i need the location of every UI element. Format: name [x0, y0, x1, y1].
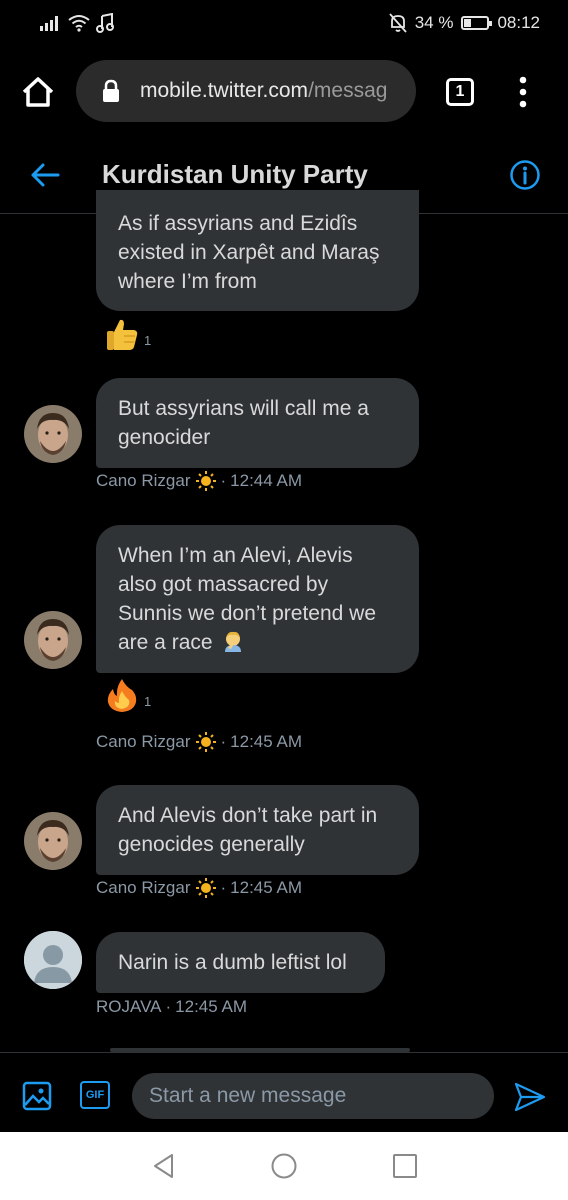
browser-toolbar: mobile.twitter.com/messag 1 — [0, 56, 568, 128]
message-line: existed in Xarpêt and Maraş — [118, 241, 380, 264]
message-meta: Cano Rizgar · 12:45 AM — [96, 877, 302, 899]
meta-separator: · — [220, 732, 227, 751]
message-line: are a race — [118, 631, 213, 654]
gif-button[interactable]: GIF — [80, 1081, 110, 1109]
avatar[interactable] — [24, 405, 82, 463]
message-line: genocider — [118, 426, 211, 449]
message-line: As if assyrians and Ezidîs — [118, 212, 358, 235]
message-bubble[interactable]: As if assyrians and Ezidîs existed in Xa… — [96, 190, 419, 311]
message-bubble[interactable]: Narin is a dumb leftist lol — [96, 932, 385, 993]
avatar[interactable] — [24, 611, 82, 669]
author-name: ROJAVA — [96, 997, 162, 1016]
conversation-title: Kurdistan Unity Party — [102, 159, 368, 189]
message-meta: Cano Rizgar · 12:45 AM — [96, 731, 302, 753]
default-profile-icon — [24, 931, 82, 989]
sun-icon — [195, 878, 216, 898]
battery-percent: 34 % — [414, 13, 454, 32]
meta-separator: · — [220, 471, 227, 490]
music-note-icon — [96, 13, 114, 33]
nav-recents-icon[interactable] — [391, 1152, 419, 1180]
message-time: 12:45 AM — [230, 732, 302, 751]
message-line: When I’m an Alevi, Alevis — [118, 544, 353, 567]
message-bubble[interactable]: And Alevis don’t take part in genocides … — [96, 785, 419, 875]
message-time: 12:45 AM — [175, 997, 247, 1016]
home-icon[interactable] — [20, 74, 56, 110]
avatar[interactable] — [24, 812, 82, 870]
wifi-icon — [68, 15, 90, 32]
url-host: mobile.twitter.com — [140, 79, 309, 102]
message-line: also got massacred by — [118, 573, 329, 596]
fire-icon — [107, 679, 137, 712]
message-composer: GIF — [0, 1052, 568, 1132]
image-icon[interactable] — [22, 1081, 52, 1111]
url-path: /messag — [308, 79, 388, 102]
back-arrow-icon[interactable] — [30, 161, 60, 189]
message-time: 12:44 AM — [230, 471, 302, 490]
man-facepalming-emoji-icon — [225, 631, 242, 652]
send-icon[interactable] — [514, 1082, 546, 1112]
meta-separator: · — [165, 997, 172, 1016]
message-line: Sunnis we don’t pretend we — [118, 602, 376, 625]
avatar-default[interactable] — [24, 931, 82, 989]
nav-back-icon[interactable] — [150, 1152, 178, 1180]
thumbs-up-icon — [107, 319, 138, 350]
message-line: Narin is a dumb leftist lol — [118, 951, 347, 974]
status-bar: 34 % 08:12 — [0, 0, 568, 48]
author-name: Cano Rizgar — [96, 732, 191, 751]
battery-icon — [461, 16, 493, 30]
avatar-image — [24, 611, 82, 669]
message-line: genocides generally — [118, 833, 305, 856]
message-line: But assyrians will call me a — [118, 397, 369, 420]
reaction-count: 1 — [144, 694, 152, 709]
reaction-badge[interactable]: 1 — [104, 316, 151, 352]
message-bubble[interactable]: But assyrians will call me a genocider — [96, 378, 419, 468]
clock: 08:12 — [497, 13, 540, 32]
message-bubble[interactable]: When I’m an Alevi, Alevis also got massa… — [96, 525, 419, 673]
reaction-count: 1 — [144, 333, 152, 348]
meta-separator: · — [220, 878, 227, 897]
message-meta: ROJAVA · 12:45 AM — [96, 997, 247, 1017]
message-meta: Cano Rizgar · 12:44 AM — [96, 470, 302, 492]
avatar-image — [24, 812, 82, 870]
more-vertical-icon[interactable] — [516, 76, 530, 108]
message-time: 12:45 AM — [230, 878, 302, 897]
message-input[interactable] — [132, 1073, 494, 1119]
sun-icon — [195, 732, 216, 752]
url-bar[interactable]: mobile.twitter.com/messag — [76, 60, 416, 122]
message-line: And Alevis don’t take part in — [118, 804, 378, 827]
reaction-badge[interactable]: 1 — [104, 677, 151, 713]
lock-icon — [103, 79, 119, 102]
nav-home-icon[interactable] — [270, 1152, 298, 1180]
sun-icon — [195, 471, 216, 491]
signal-icon — [40, 16, 58, 31]
info-icon[interactable] — [509, 159, 541, 191]
mute-bell-icon — [389, 13, 407, 33]
author-name: Cano Rizgar — [96, 471, 191, 490]
tab-switcher-button[interactable]: 1 — [446, 78, 474, 106]
system-nav-bar — [0, 1132, 568, 1200]
author-name: Cano Rizgar — [96, 878, 191, 897]
message-line: where I’m from — [118, 270, 257, 293]
avatar-image — [24, 405, 82, 463]
url-text: mobile.twitter.com/messag — [140, 79, 387, 103]
message-line-last: are a race — [118, 628, 397, 657]
